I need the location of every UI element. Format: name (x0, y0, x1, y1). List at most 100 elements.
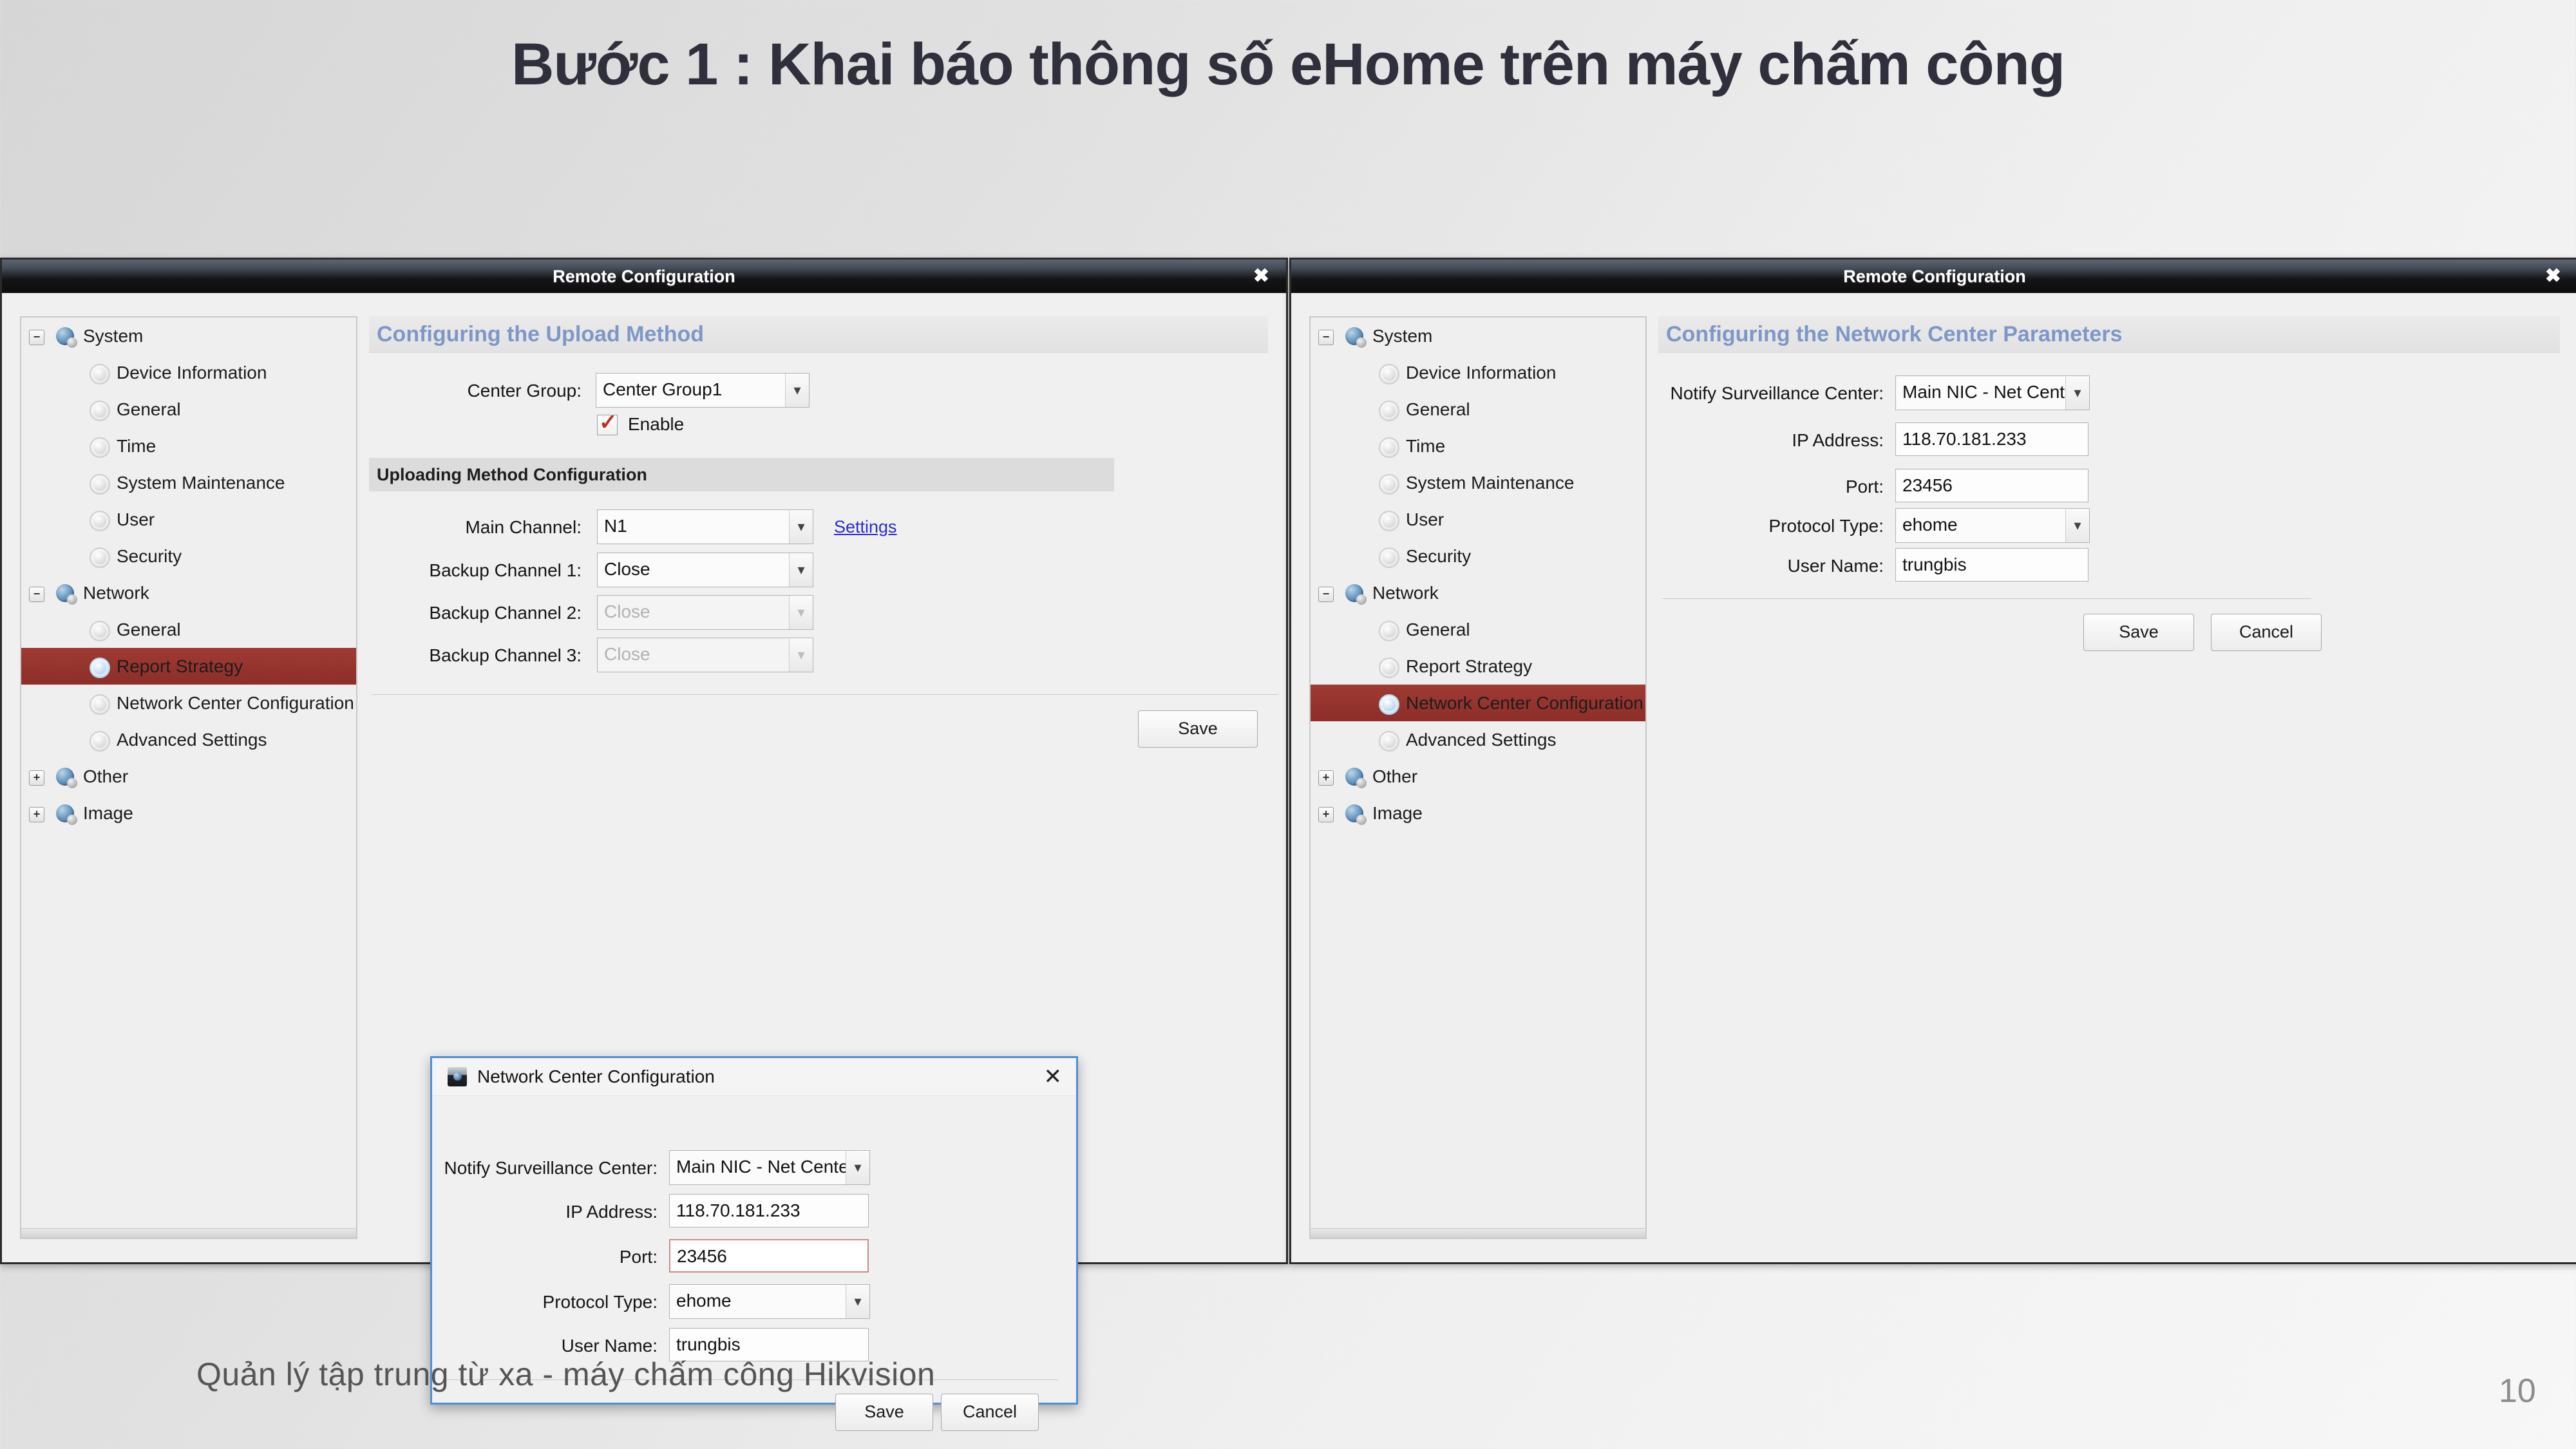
collapse-icon[interactable]: − (1318, 587, 1334, 602)
port-field[interactable]: 23456 (669, 1239, 869, 1273)
port-label-row: Port: (1658, 469, 1884, 505)
gear-icon (90, 511, 110, 531)
main-channel-select[interactable]: N1 ▾ (597, 509, 813, 544)
remote-configuration-window-left: Remote Configuration ✖ − System Device Inf… (0, 258, 1288, 1431)
tree-item-other[interactable]: + Other (1311, 758, 1645, 795)
backup-channel-1-select[interactable]: Close ▾ (597, 553, 813, 587)
dialog-title: Network Center Configuration (477, 1066, 715, 1086)
close-icon[interactable]: ✖ (1253, 260, 1269, 293)
gear-icon (90, 547, 110, 568)
expand-icon[interactable]: + (29, 770, 44, 786)
gear-icon (1379, 694, 1399, 715)
save-button[interactable]: Save (2083, 614, 2194, 651)
globe-icon (1345, 584, 1367, 605)
ip-address-field[interactable]: 118.70.181.233 (1895, 422, 2088, 456)
tree-item-label: System Maintenance (1406, 473, 1575, 493)
tree-scrollbar[interactable] (21, 1228, 356, 1238)
tree-item-advanced-settings[interactable]: Advanced Settings (21, 721, 356, 758)
collapse-icon[interactable]: − (29, 587, 44, 602)
tree-item-security[interactable]: Security (21, 538, 356, 574)
tree-item-network[interactable]: − Network (1311, 574, 1645, 611)
tree-item-label: Image (1372, 803, 1423, 823)
protocol-label-row: Protocol Type: (1658, 508, 1884, 544)
tree-item-image[interactable]: + Image (21, 795, 356, 831)
port-field[interactable]: 23456 (1895, 469, 2088, 502)
gear-icon (1379, 547, 1399, 568)
chevron-down-icon[interactable]: ▾ (789, 553, 813, 587)
collapse-icon[interactable]: − (29, 330, 44, 345)
tree-item-system-maintenance[interactable]: System Maintenance (21, 464, 356, 501)
title-bar: Remote Configuration ✖ (1291, 260, 2576, 293)
tree-item-label: Advanced Settings (1406, 730, 1557, 750)
tree-item-security[interactable]: Security (1311, 538, 1645, 574)
tree-item-device-information[interactable]: Device Information (21, 354, 356, 391)
tree-item-network[interactable]: − Network (21, 574, 356, 611)
navigation-tree[interactable]: − System Device Information General Time Syst… (1309, 316, 1647, 1239)
window-body: − System Device Information General Time Syst… (2, 293, 1286, 1431)
tree-item-user[interactable]: User (1311, 501, 1645, 538)
dialog-save-button[interactable]: Save (835, 1394, 933, 1431)
window-body: − System Device Information General Time Syst… (1291, 293, 2576, 1262)
tree-item-report-strategy[interactable]: Report Strategy (21, 648, 356, 685)
ip-label-row: IP Address: (1658, 422, 1884, 459)
tree-scrollbar[interactable] (1311, 1228, 1645, 1238)
tree-item-advanced-settings[interactable]: Advanced Settings (1311, 721, 1645, 758)
chevron-down-icon[interactable]: ▾ (846, 1285, 869, 1318)
notify-surveillance-center-select[interactable]: Main NIC - Net Center1 ▾ (1895, 375, 2090, 410)
save-button[interactable]: Save (1138, 710, 1258, 748)
tree-item-label: Device Information (1406, 363, 1557, 383)
tree-item-label: Report Strategy (1406, 656, 1533, 676)
settings-link[interactable]: Settings (834, 517, 897, 537)
tree-item-label: General (117, 399, 181, 419)
tree-item-general[interactable]: General (21, 391, 356, 428)
protocol-type-value: ehome (1902, 515, 1958, 535)
chevron-down-icon[interactable]: ▾ (789, 510, 813, 544)
tree-item-system-maintenance[interactable]: System Maintenance (1311, 464, 1645, 501)
backup-channel-1-value: Close (604, 559, 650, 579)
chevron-down-icon[interactable]: ▾ (846, 1151, 869, 1184)
tree-item-other[interactable]: + Other (21, 758, 356, 795)
tree-item-label: Image (83, 803, 133, 823)
tree-item-general[interactable]: General (21, 611, 356, 648)
ip-address-field[interactable]: 118.70.181.233 (669, 1194, 869, 1227)
expand-icon[interactable]: + (1318, 807, 1334, 822)
expand-icon[interactable]: + (29, 807, 44, 822)
tree-item-user[interactable]: User (21, 501, 356, 538)
tree-item-device-information[interactable]: Device Information (1311, 354, 1645, 391)
tree-item-report-strategy[interactable]: Report Strategy (1311, 648, 1645, 685)
tree-item-network-center-configuration[interactable]: Network Center Configuration (1311, 685, 1645, 721)
close-icon[interactable]: ✖ (2545, 260, 2561, 293)
expand-icon[interactable]: + (1318, 770, 1334, 786)
center-group-select[interactable]: Center Group1 ▾ (596, 373, 810, 408)
tree-item-label: General (1406, 620, 1470, 639)
chevron-down-icon[interactable]: ▾ (2065, 509, 2089, 542)
tree-item-system[interactable]: − System (21, 317, 356, 354)
tree-item-system[interactable]: − System (1311, 317, 1645, 354)
cancel-button[interactable]: Cancel (2211, 614, 2322, 651)
protocol-type-select[interactable]: ehome ▾ (1895, 508, 2090, 543)
tree-item-general[interactable]: General (1311, 611, 1645, 648)
gear-icon (90, 364, 110, 384)
tree-item-time[interactable]: Time (21, 428, 356, 464)
tree-item-label: Other (83, 766, 129, 786)
user-name-field[interactable]: trungbis (1895, 548, 2088, 582)
chevron-down-icon: ▾ (789, 638, 813, 672)
gear-icon (1379, 658, 1399, 678)
tree-item-image[interactable]: + Image (1311, 795, 1645, 831)
globe-icon (56, 327, 77, 348)
notify-surveillance-center-select[interactable]: Main NIC - Net Center1 ▾ (669, 1150, 870, 1185)
chevron-down-icon[interactable]: ▾ (785, 374, 809, 407)
enable-checkbox[interactable] (597, 410, 618, 435)
tree-item-general[interactable]: General (1311, 391, 1645, 428)
tree-item-network-center-configuration[interactable]: Network Center Configuration (21, 685, 356, 721)
chevron-down-icon[interactable]: ▾ (2065, 376, 2089, 410)
collapse-icon[interactable]: − (1318, 330, 1334, 345)
protocol-type-select[interactable]: ehome ▾ (669, 1284, 870, 1319)
backup1-label-row: Backup Channel 1: (369, 553, 582, 589)
close-icon[interactable]: ✕ (1044, 1058, 1063, 1095)
tree-item-time[interactable]: Time (1311, 428, 1645, 464)
dialog-cancel-button[interactable]: Cancel (941, 1394, 1039, 1431)
navigation-tree[interactable]: − System Device Information General Time Syst… (20, 316, 357, 1239)
enable-label: Enable (628, 414, 685, 434)
gear-icon (1379, 731, 1399, 752)
